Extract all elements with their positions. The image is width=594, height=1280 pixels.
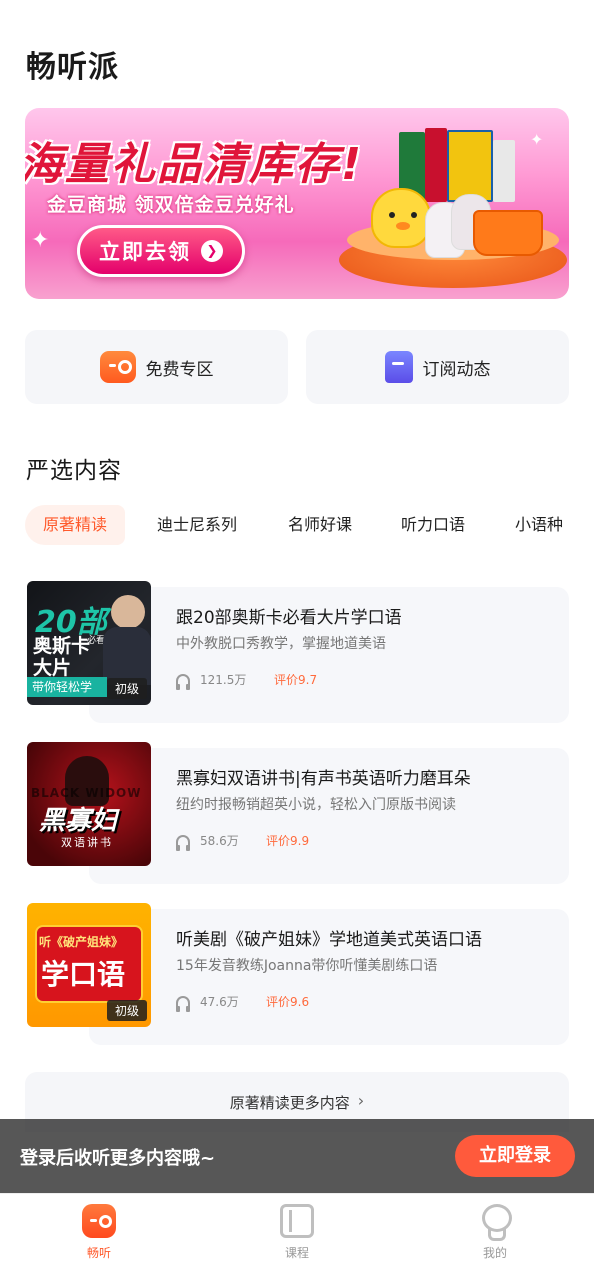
radio-icon <box>82 1204 116 1238</box>
course-cover-image: 听《破产姐妹》 学口语 初级 <box>27 903 151 1027</box>
duck-toy-graphic <box>371 188 431 248</box>
promo-banner[interactable]: 海量礼品清库存! 金豆商城 领双倍金豆兑好礼 ✦ ✦ 立即去领 ❯ <box>25 108 569 299</box>
tab-courses[interactable]: 课程 <box>247 1204 347 1261</box>
gift-basket-graphic <box>473 210 543 256</box>
user-icon <box>480 1204 512 1241</box>
banner-subtitle: 金豆商城 领双倍金豆兑好礼 <box>47 194 295 216</box>
cover-text: 双语讲书 <box>61 836 113 849</box>
headphone-icon <box>176 834 190 851</box>
tab-disney-series[interactable]: 迪士尼系列 <box>157 505 237 545</box>
course-meta: 58.6万 评价9.9 <box>176 832 310 851</box>
teacher-suit-graphic <box>103 627 151 685</box>
tab-famous-teachers[interactable]: 名师好课 <box>288 505 352 545</box>
course-rating: 评价9.7 <box>274 673 318 687</box>
course-card[interactable]: 20部 奥斯卡 必看 大片 带你轻松学 初级 跟20部奥斯卡必看大片学口语 中外… <box>25 581 569 723</box>
course-description: 15年发音教练Joanna带你听懂美剧练口语 <box>176 958 438 974</box>
level-badge: 初级 <box>106 678 147 699</box>
tab-courses-label: 课程 <box>284 1246 309 1260</box>
course-title: 黑寡妇双语讲书|有声书英语听力磨耳朵 <box>176 769 471 789</box>
tab-listen[interactable]: 畅听 <box>49 1204 149 1261</box>
course-card[interactable]: BLACK WIDOW 黑寡妇 双语讲书 黑寡妇双语讲书|有声书英语听力磨耳朵 … <box>25 742 569 884</box>
book-graphic <box>493 140 515 202</box>
login-prompt-bar: 登录后收听更多内容哦~ 立即登录 <box>0 1119 594 1193</box>
subscription-updates-button[interactable]: 订阅动态 <box>306 330 569 404</box>
sparkle-icon: ✦ <box>31 228 50 253</box>
cover-text: 学口语 <box>41 958 126 991</box>
radio-icon <box>99 351 136 383</box>
banner-headline: 海量礼品清库存! <box>25 139 364 190</box>
login-button[interactable]: 立即登录 <box>455 1135 575 1177</box>
course-title: 跟20部奥斯卡必看大片学口语 <box>176 608 402 628</box>
login-prompt-text: 登录后收听更多内容哦~ <box>20 1148 216 1169</box>
headphone-icon <box>176 995 190 1012</box>
cover-text: 带你轻松学 <box>27 677 107 697</box>
more-content-label: 原著精读更多内容 <box>229 1094 350 1112</box>
tab-minor-languages[interactable]: 小语种 <box>515 505 563 545</box>
course-title: 听美剧《破产姐妹》学地道美式英语口语 <box>176 930 482 950</box>
play-count: 47.6万 <box>200 995 239 1009</box>
free-zone-label: 免费专区 <box>145 359 214 380</box>
course-rating: 评价9.9 <box>266 834 310 848</box>
cover-text: BLACK WIDOW <box>31 786 142 800</box>
tab-listening-speaking[interactable]: 听力口语 <box>401 505 465 545</box>
course-meta: 47.6万 评价9.6 <box>176 993 310 1012</box>
tab-listen-label: 畅听 <box>86 1246 111 1260</box>
course-meta: 121.5万 评价9.7 <box>176 671 318 690</box>
chevron-right-icon: › <box>357 1091 365 1110</box>
play-count: 121.5万 <box>200 673 247 687</box>
course-rating: 评价9.6 <box>266 995 310 1009</box>
tab-me-label: 我的 <box>482 1246 507 1260</box>
headphone-icon <box>176 673 190 690</box>
course-cover-image: 20部 奥斯卡 必看 大片 带你轻松学 初级 <box>27 581 151 705</box>
teacher-portrait-graphic <box>111 595 145 629</box>
course-description: 中外教脱口秀教学，掌握地道美语 <box>176 636 386 652</box>
book-graphic <box>425 128 447 202</box>
course-cover-image: BLACK WIDOW 黑寡妇 双语讲书 <box>27 742 151 866</box>
tab-original-reading[interactable]: 原著精读 <box>25 505 126 545</box>
bottom-tab-bar: 畅听 课程 我的 <box>0 1193 594 1280</box>
banner-claim-button[interactable]: 立即去领 ❯ <box>77 225 245 277</box>
free-zone-button[interactable]: 免费专区 <box>25 330 288 404</box>
course-card[interactable]: 听《破产姐妹》 学口语 初级 听美剧《破产姐妹》学地道美式英语口语 15年发音教… <box>25 903 569 1045</box>
category-tabs: 原著精读 迪士尼系列 名师好课 听力口语 小语种 <box>25 505 594 545</box>
tab-me[interactable]: 我的 <box>445 1204 545 1261</box>
book-graphic <box>447 130 493 202</box>
bookmark-icon <box>384 351 413 383</box>
gift-illustration <box>333 126 569 296</box>
cover-text: 听《破产姐妹》 <box>39 935 124 949</box>
page-title: 畅听派 <box>26 50 119 85</box>
section-title: 严选内容 <box>26 458 122 484</box>
cover-text: 黑寡妇 <box>39 806 118 836</box>
play-count: 58.6万 <box>200 834 239 848</box>
chevron-right-icon: ❯ <box>201 240 223 262</box>
cover-text: 大片 <box>33 657 72 679</box>
banner-claim-label: 立即去领 <box>99 240 191 264</box>
book-icon <box>280 1204 314 1238</box>
course-description: 纽约时报畅销超英小说，轻松入门原版书阅读 <box>176 797 456 813</box>
level-badge: 初级 <box>106 1000 147 1021</box>
subscription-updates-label: 订阅动态 <box>422 359 491 380</box>
